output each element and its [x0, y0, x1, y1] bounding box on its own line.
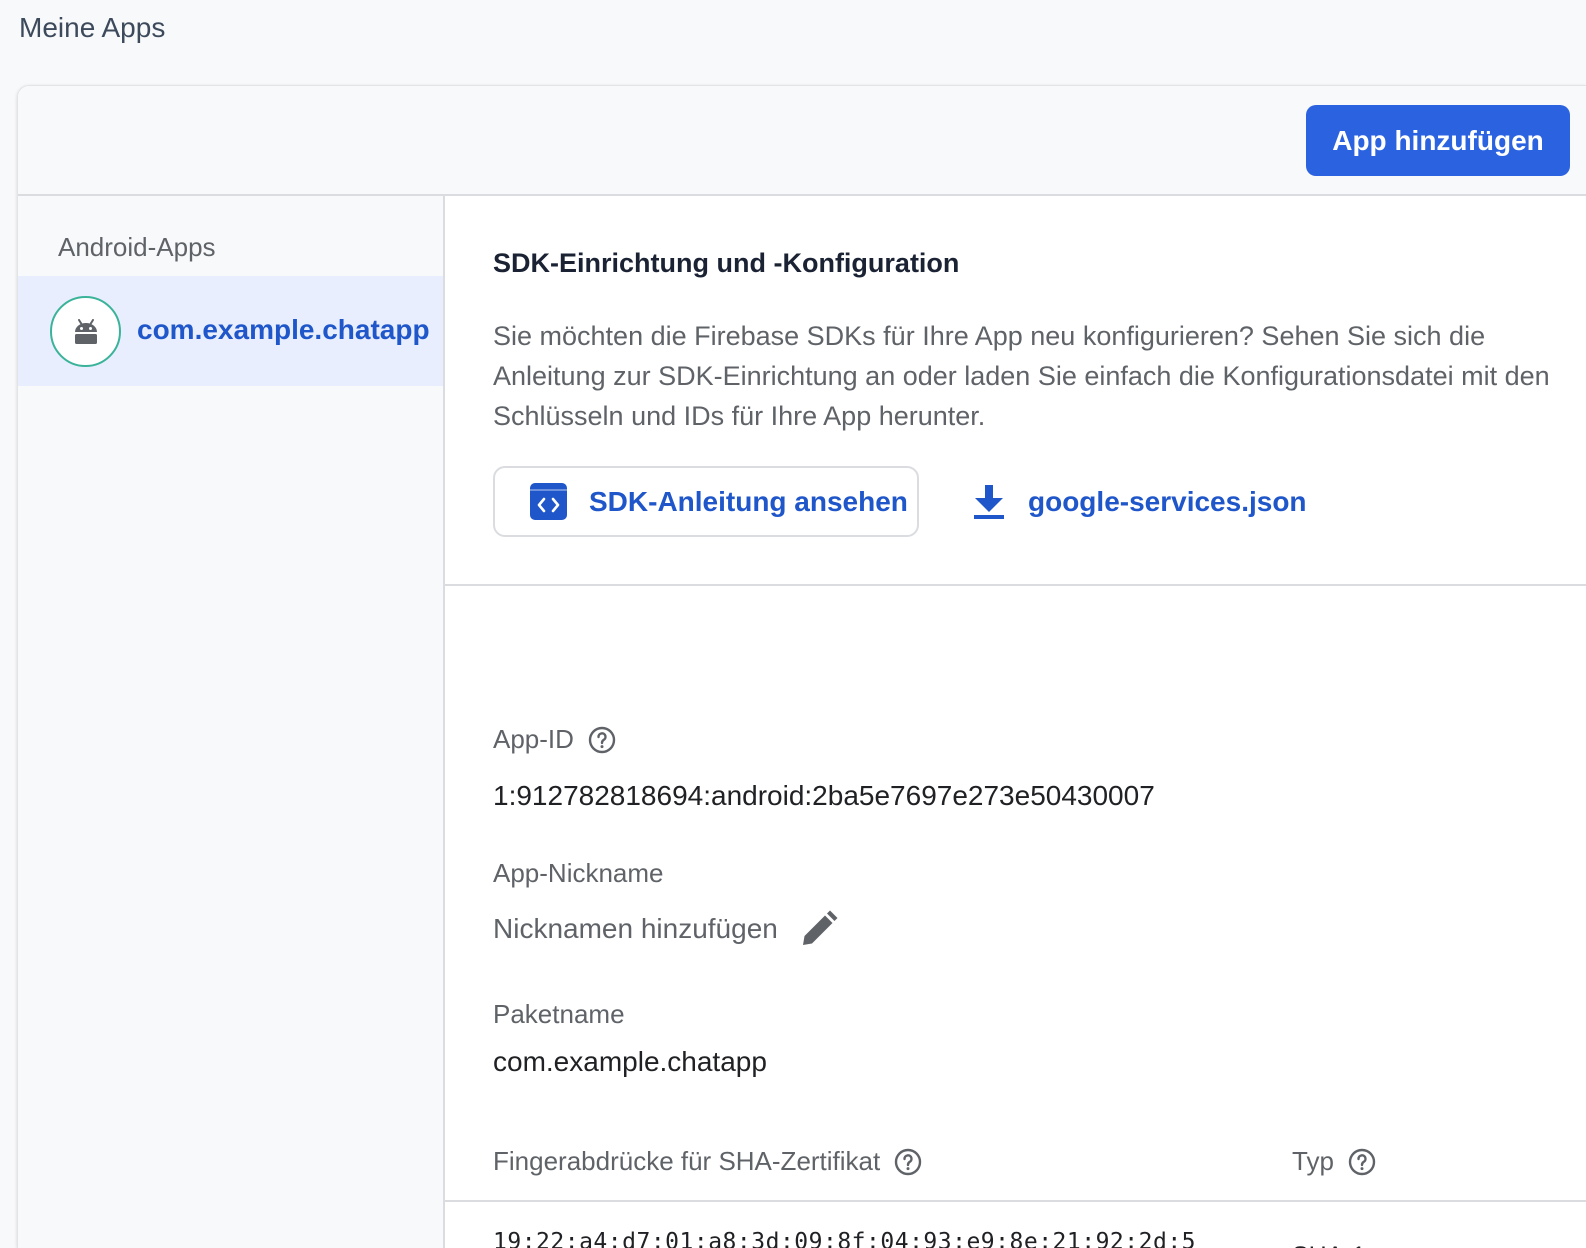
nickname-placeholder[interactable]: Nicknamen hinzufügen	[493, 913, 778, 945]
sidebar-item-chatapp[interactable]: com.example.chatapp	[18, 276, 443, 386]
app-id-value: 1:912782818694:android:2ba5e7697e273e504…	[493, 780, 1155, 811]
android-icon	[74, 318, 97, 344]
app-id-label-text: App-ID	[493, 724, 574, 754]
package-label: Paketname	[493, 999, 625, 1029]
download-config-link[interactable]: google-services.json	[972, 484, 1307, 520]
section-divider	[445, 584, 1586, 586]
app-id-label: App-ID	[493, 724, 616, 755]
edit-icon[interactable]	[798, 908, 840, 950]
sdk-guide-button[interactable]: SDK-Anleitung ansehen	[493, 466, 919, 537]
table-divider	[445, 1200, 1586, 1202]
sidebar-item-label: com.example.chatapp	[137, 314, 430, 345]
download-icon	[974, 485, 1004, 519]
main-panel: SDK-Einrichtung und -Konfiguration Sie m…	[445, 196, 1586, 1248]
fingerprint-header: Fingerabdrücke für SHA-Zertifikat	[493, 1146, 922, 1177]
nickname-row: Nicknamen hinzufügen	[493, 908, 840, 950]
help-icon[interactable]	[1348, 1148, 1376, 1176]
certificate-type: SHA-1	[1292, 1242, 1366, 1248]
help-icon[interactable]	[894, 1148, 922, 1176]
add-app-button[interactable]: App hinzufügen	[1306, 105, 1570, 176]
sdk-guide-button-label: SDK-Anleitung ansehen	[589, 485, 908, 517]
sidebar: Android-Apps com.example.chatapp	[18, 196, 445, 1248]
help-icon[interactable]	[588, 726, 616, 754]
page-title: Meine Apps	[19, 12, 166, 43]
card-header: App hinzufügen	[18, 86, 1586, 196]
sdk-section-title: SDK-Einrichtung und -Konfiguration	[493, 248, 960, 278]
type-header-text: Typ	[1292, 1146, 1334, 1176]
type-header: Typ	[1292, 1146, 1376, 1177]
download-config-label: google-services.json	[1028, 486, 1307, 517]
package-value: com.example.chatapp	[493, 1046, 767, 1077]
sdk-section-description: Sie möchten die Firebase SDKs für Ihre A…	[493, 321, 1550, 431]
nickname-label: App-Nickname	[493, 858, 664, 888]
apps-card: App hinzufügen Android-Apps com.example.…	[17, 85, 1586, 1248]
fingerprint-value: 19:22:a4:d7:01:a8:3d:09:8f:04:93:e9:8e:2…	[493, 1229, 1197, 1248]
code-icon	[530, 483, 567, 520]
app-avatar	[50, 296, 121, 367]
sidebar-heading: Android-Apps	[58, 232, 216, 262]
fingerprint-header-text: Fingerabdrücke für SHA-Zertifikat	[493, 1146, 881, 1176]
